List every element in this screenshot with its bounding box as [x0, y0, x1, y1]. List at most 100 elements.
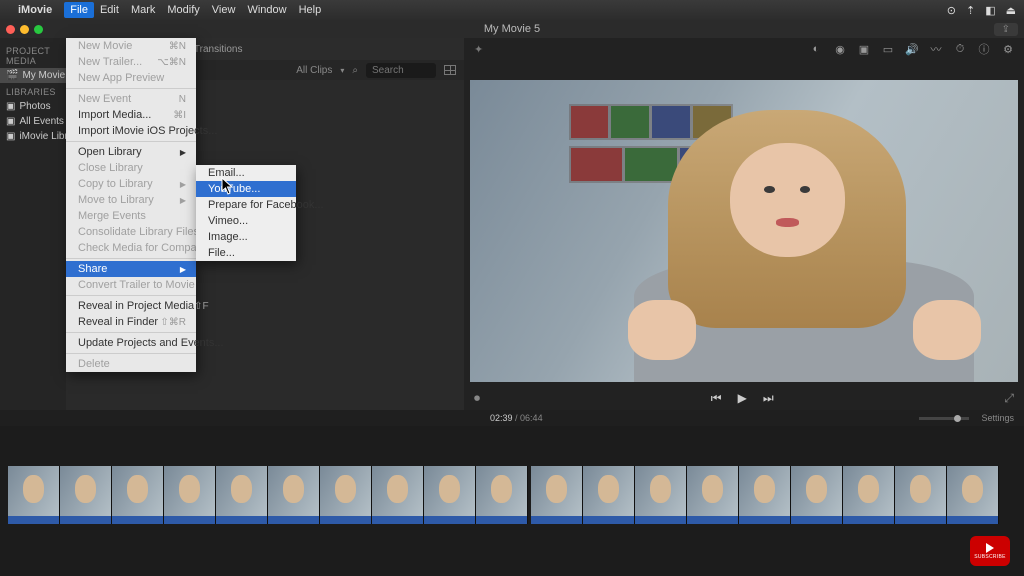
timeline-clip[interactable] — [895, 466, 947, 524]
status-icon[interactable]: ⏏ — [1006, 4, 1016, 17]
sidebar-item[interactable]: ▣Photos — [0, 99, 66, 114]
app-name[interactable]: iMovie — [18, 4, 52, 16]
crop-icon[interactable]: ▣ — [858, 43, 870, 55]
menu-item[interactable]: Reveal in Project Media⇧F — [66, 298, 196, 314]
preview-toolbar: ✦ ◐ ◉ ▣ ▭ 🔊 〰 ⏱ ⓘ ⚙ — [464, 38, 1024, 60]
sidebar-item[interactable]: ▣All Events — [0, 114, 66, 129]
menu-modify[interactable]: Modify — [167, 4, 199, 16]
menu-item: Delete — [66, 356, 196, 372]
menu-item: Move to Library▶ — [66, 192, 196, 208]
youtube-subscribe-badge[interactable]: SUBSCRIBE — [970, 536, 1010, 566]
fullscreen-icon[interactable]: ⤢ — [1004, 391, 1014, 406]
volume-icon[interactable]: 🔊 — [906, 43, 918, 55]
clip-track[interactable] — [8, 466, 528, 524]
window-toolbar: My Movie 5 ⇪ — [0, 20, 1024, 38]
search-icon: ⌕ — [352, 65, 358, 76]
status-icon[interactable]: ◧ — [985, 4, 995, 17]
timeline-clip[interactable] — [947, 466, 999, 524]
menu-item: Consolidate Library Files... — [66, 224, 196, 240]
timeline-clip[interactable] — [8, 466, 60, 524]
menu-item: Check Media for Compatibility... — [66, 240, 196, 256]
menu-item[interactable]: Open Library▶ — [66, 144, 196, 160]
menu-item: New App Preview — [66, 70, 196, 86]
search-input[interactable] — [366, 63, 436, 78]
tab-transitions[interactable]: Transitions — [194, 44, 243, 55]
menu-help[interactable]: Help — [299, 4, 322, 16]
file-menu-dropdown[interactable]: New Movie⌘NNew Trailer...⌥⌘NNew App Prev… — [66, 38, 196, 372]
grid-view-icon[interactable] — [444, 65, 456, 75]
color-correct-icon[interactable]: ◉ — [834, 43, 846, 55]
timeline-clip[interactable] — [476, 466, 528, 524]
menu-window[interactable]: Window — [247, 4, 286, 16]
timeline-clip[interactable] — [216, 466, 268, 524]
menu-file[interactable]: File — [64, 2, 94, 18]
transport-controls: ⏺ ⏮ ▶ ⏭ ⤢ — [464, 386, 1024, 410]
submenu-item[interactable]: Prepare for Facebook... — [196, 197, 296, 213]
timeline-clip[interactable] — [268, 466, 320, 524]
menu-item: New EventN — [66, 91, 196, 107]
play-icon — [986, 543, 994, 553]
timeline-clip[interactable] — [164, 466, 216, 524]
timeline-clip[interactable] — [320, 466, 372, 524]
play-button[interactable]: ▶ — [738, 391, 747, 405]
noise-icon[interactable]: 〰 — [930, 43, 942, 55]
submenu-item[interactable]: File... — [196, 245, 296, 261]
timeline-clip[interactable] — [739, 466, 791, 524]
timeline-clip[interactable] — [372, 466, 424, 524]
menu-view[interactable]: View — [212, 4, 236, 16]
traffic-lights[interactable] — [6, 25, 43, 34]
maximize-window-icon[interactable] — [34, 25, 43, 34]
timeline-clip[interactable] — [583, 466, 635, 524]
submenu-item[interactable]: Vimeo... — [196, 213, 296, 229]
clapper-icon: 🎬 — [6, 70, 18, 81]
sidebar-project-item[interactable]: 🎬 My Movie 5 — [0, 68, 66, 83]
timeline-clip[interactable] — [112, 466, 164, 524]
timeline-clip[interactable] — [687, 466, 739, 524]
chevron-down-icon[interactable]: ▾ — [340, 66, 344, 75]
stabilize-icon[interactable]: ▭ — [882, 43, 894, 55]
sidebar-section-header: PROJECT MEDIA — [0, 42, 66, 68]
timeline-clip[interactable] — [60, 466, 112, 524]
previous-button[interactable]: ⏮ — [711, 391, 722, 406]
timeline-clip[interactable] — [843, 466, 895, 524]
menu-item[interactable]: Share▶ — [66, 261, 196, 277]
microphone-icon[interactable]: ⏺ — [474, 391, 480, 406]
minimize-window-icon[interactable] — [20, 25, 29, 34]
sidebar-item[interactable]: ▣iMovie Library — [0, 129, 66, 144]
clip-track[interactable] — [531, 466, 999, 524]
menu-item[interactable]: Reveal in Finder⇧⌘R — [66, 314, 196, 330]
submenu-item[interactable]: Email... — [196, 165, 296, 181]
clips-filter[interactable]: All Clips — [296, 65, 332, 76]
submenu-item[interactable]: YouTube... — [196, 181, 296, 197]
settings-icon[interactable]: ⚙ — [1002, 43, 1014, 55]
timeline-clip[interactable] — [635, 466, 687, 524]
settings-button[interactable]: Settings — [981, 413, 1014, 423]
submenu-item[interactable]: Image... — [196, 229, 296, 245]
menu-item[interactable]: Update Projects and Events... — [66, 335, 196, 351]
speed-icon[interactable]: ⏱ — [954, 43, 966, 55]
calendar-icon: ▣ — [6, 116, 15, 127]
share-submenu[interactable]: Email...YouTube...Prepare for Facebook..… — [196, 165, 296, 261]
video-preview[interactable] — [470, 80, 1018, 382]
timeline[interactable]: SUBSCRIBE — [0, 426, 1024, 576]
sidebar-section-header: LIBRARIES — [0, 83, 66, 99]
status-icon[interactable]: ⊙ — [947, 4, 956, 17]
status-icon[interactable]: ⇡ — [966, 4, 975, 17]
zoom-slider[interactable] — [919, 417, 969, 420]
timeline-clip[interactable] — [791, 466, 843, 524]
wand-icon[interactable]: ✦ — [474, 43, 483, 56]
timeline-clip[interactable] — [531, 466, 583, 524]
menu-edit[interactable]: Edit — [100, 4, 119, 16]
timeline-clip[interactable] — [424, 466, 476, 524]
menu-item[interactable]: Import Media...⌘I — [66, 107, 196, 123]
menu-mark[interactable]: Mark — [131, 4, 155, 16]
color-balance-icon[interactable]: ◐ — [810, 43, 822, 55]
close-window-icon[interactable] — [6, 25, 15, 34]
menu-item: Close Library — [66, 160, 196, 176]
photo-icon: ▣ — [6, 101, 15, 112]
info-icon[interactable]: ⓘ — [978, 43, 990, 55]
menu-item[interactable]: Import iMovie iOS Projects... — [66, 123, 196, 139]
next-button[interactable]: ⏭ — [763, 391, 774, 406]
chevron-right-icon: ▶ — [180, 180, 186, 189]
share-button[interactable]: ⇪ — [994, 23, 1018, 36]
